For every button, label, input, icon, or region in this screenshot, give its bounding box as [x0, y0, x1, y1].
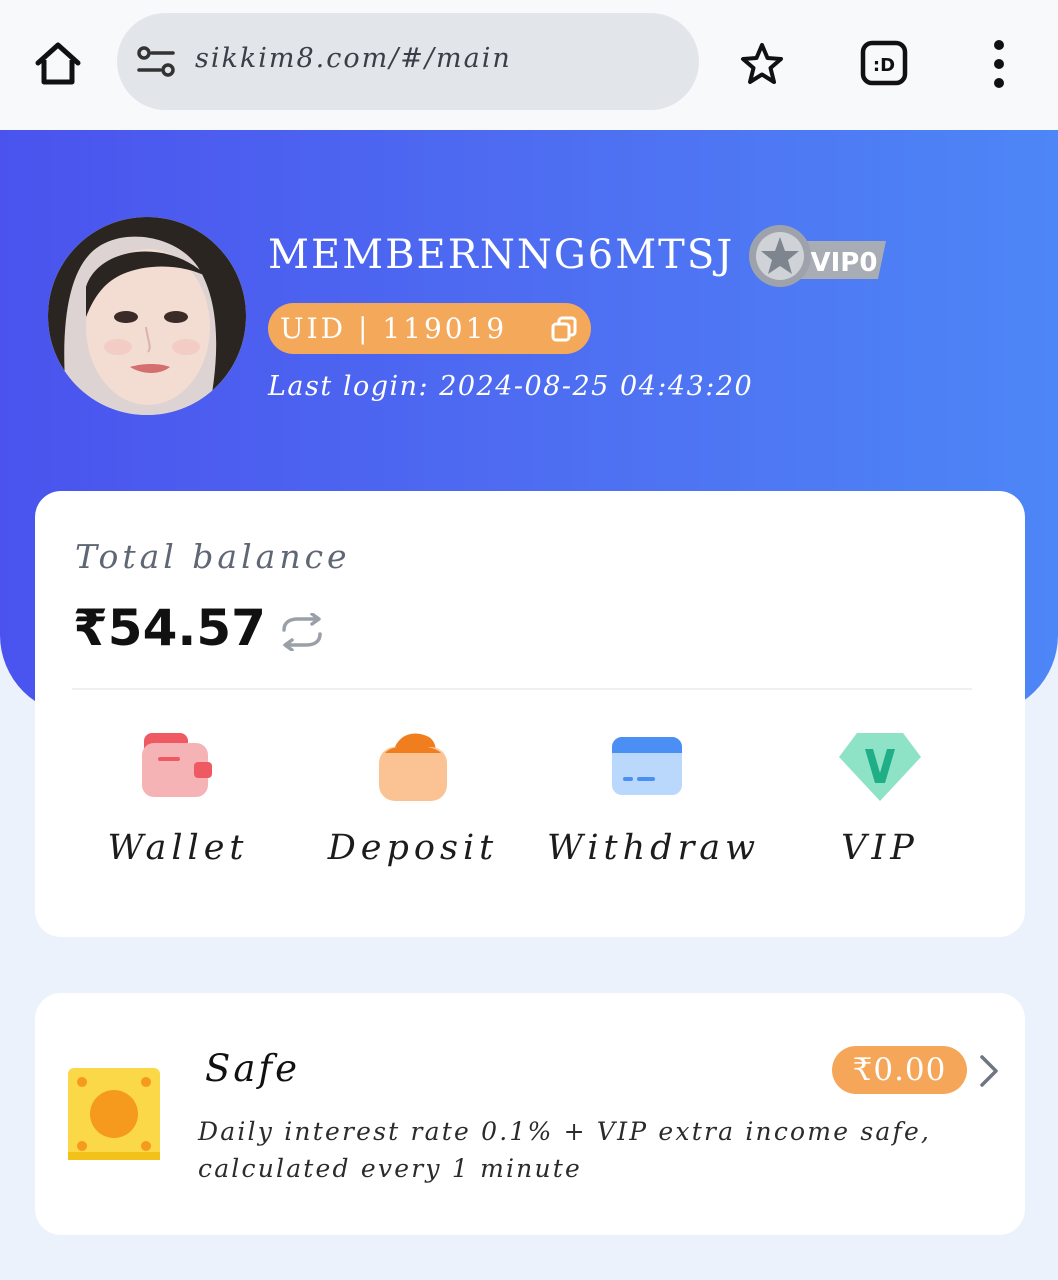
tab-switcher-label: :D	[873, 55, 895, 76]
uid-pill[interactable]: UID | 119019	[268, 303, 591, 354]
copy-icon[interactable]	[550, 315, 578, 343]
withdraw-button[interactable]: Withdraw	[547, 731, 761, 881]
tab-switcher-icon: :D	[860, 40, 908, 86]
home-icon[interactable]	[30, 36, 86, 92]
more-menu-icon[interactable]	[985, 38, 1013, 90]
safe-title: Safe	[205, 1047, 300, 1090]
vip-button[interactable]: VIP	[780, 731, 980, 881]
wallet-label: Wallet	[107, 828, 249, 868]
browser-toolbar: sikkim8.com/#/main :D	[0, 0, 1058, 130]
deposit-label: Deposit	[327, 828, 499, 868]
avatar[interactable]	[48, 217, 246, 415]
last-login-text: Last login: 2024-08-25 04:43:20	[268, 371, 754, 402]
avatar-image	[48, 217, 246, 415]
bookmark-star-icon[interactable]	[738, 40, 786, 88]
address-bar[interactable]: sikkim8.com/#/main	[117, 13, 699, 110]
safe-description: Daily interest rate 0.1% + VIP extra inc…	[198, 1117, 932, 1183]
divider	[72, 688, 972, 690]
safe-amount-badge: ₹0.00	[832, 1046, 967, 1094]
safe-icon	[68, 1068, 160, 1160]
withdraw-icon	[612, 737, 682, 795]
withdraw-label: Withdraw	[547, 828, 761, 868]
balance-label: Total balance	[75, 537, 351, 576]
url-text[interactable]: sikkim8.com/#/main	[195, 43, 512, 74]
deposit-button[interactable]: Deposit	[313, 731, 513, 881]
site-settings-icon[interactable]	[135, 43, 177, 81]
balance-card: Total balance ₹54.57 Wallet Deposit With…	[35, 491, 1025, 937]
username: MEMBERNNG6MTSJ	[268, 232, 735, 278]
vip-label: VIP	[841, 828, 919, 868]
tab-switcher-button[interactable]: :D	[860, 40, 908, 86]
balance-value: ₹54.57	[73, 599, 266, 657]
safe-card[interactable]: Safe ₹0.00 Daily interest rate 0.1% + VI…	[35, 993, 1025, 1235]
vip-badge-label: VIP0	[811, 248, 878, 278]
deposit-icon	[379, 733, 447, 801]
wallet-button[interactable]: Wallet	[78, 731, 278, 881]
uid-text: UID | 119019	[280, 312, 508, 345]
vip-icon	[839, 733, 921, 801]
refresh-icon[interactable]	[278, 613, 326, 651]
vip-level-badge[interactable]: VIP0	[746, 223, 891, 289]
chevron-right-icon[interactable]	[978, 1053, 1000, 1089]
wallet-icon	[142, 733, 212, 797]
